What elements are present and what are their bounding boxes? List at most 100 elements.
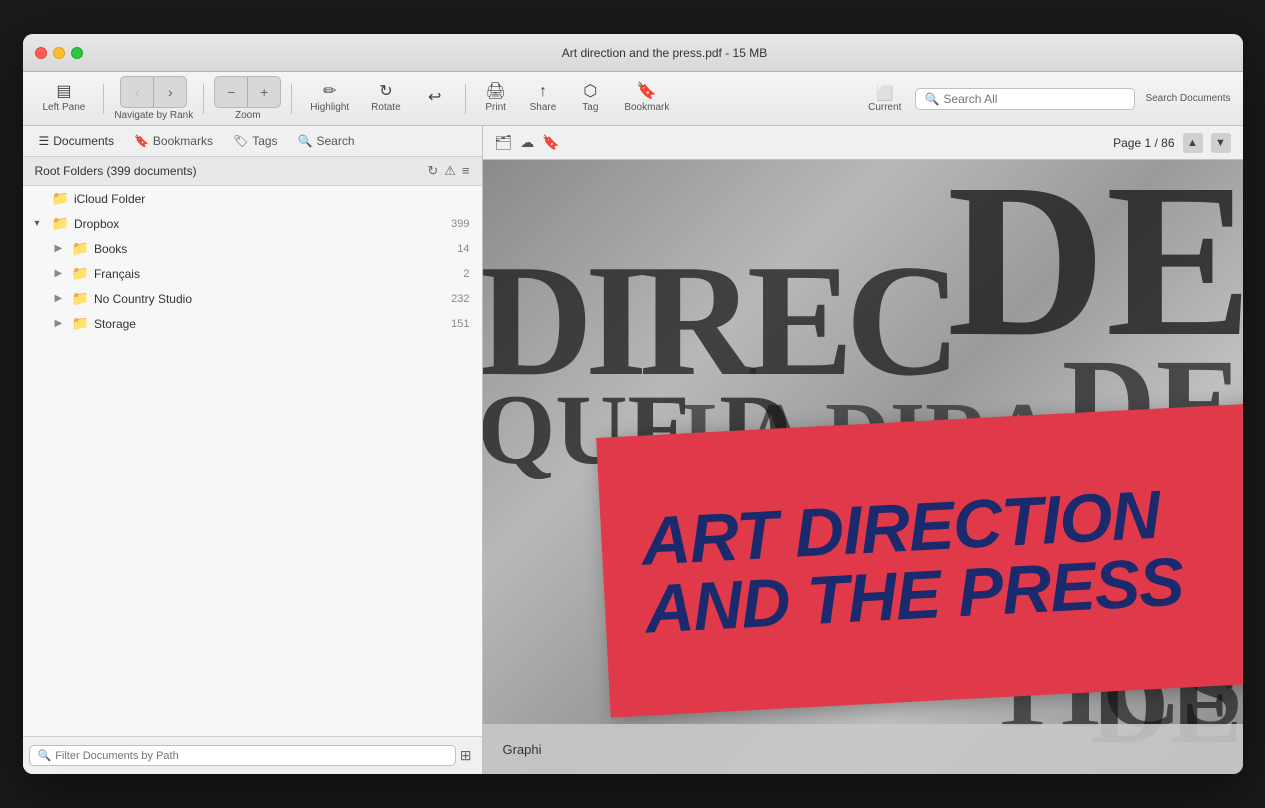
traffic-lights [35,47,83,59]
highlight-button[interactable]: ✏ Highlight [302,80,357,117]
pdf-page-info: Page 1 / 86 ▲ ▼ [1113,133,1230,153]
current-label: Current [868,102,901,113]
dropbox-arrow: ▾ [35,218,47,229]
options-icon[interactable]: ≡ [462,163,470,179]
pdf-bookmark2-icon[interactable]: 🔖 [542,134,559,151]
storage-arrow: ▶ [55,318,67,329]
undo-icon: ↩ [428,90,441,106]
zoom-group: − + [214,76,281,108]
search-tab-label: Search [317,134,355,148]
filter-input[interactable] [55,750,447,762]
dropbox-folder-item[interactable]: ▾ 📁 Dropbox 399 [23,211,482,236]
minimize-button[interactable] [53,47,65,59]
dropbox-count: 399 [451,218,469,230]
sidebar-content: 📁 iCloud Folder ▾ 📁 Dropbox 399 ▶ 📁 Book… [23,186,482,736]
current-icon: ⬜ [876,85,893,102]
toolbar: ▤ Left Pane ‹ › Navigate by Rank − + Zoo… [23,72,1243,126]
filter-options-button[interactable]: ⊞ [456,743,476,768]
highlight-icon: ✏ [323,84,336,100]
search-box: 🔍 [915,88,1135,110]
separator-1 [103,84,104,114]
alert-icon[interactable]: ⚠ [444,163,456,179]
pdf-prev-page-button[interactable]: ▲ [1183,133,1203,153]
pdf-bottom-text: Graphi [503,742,542,757]
red-banner: ART DIRECTION AND THE PRESS [596,402,1243,717]
pdf-toolbar-left: 🗂 ☁ 🔖 [495,134,560,151]
close-button[interactable] [35,47,47,59]
tab-documents[interactable]: ☰ Documents [35,132,118,150]
tag-icon: ⬡ [583,84,597,100]
storage-folder-item[interactable]: ▶ 📁 Storage 151 [23,311,482,336]
undo-button[interactable]: ↩ [415,86,455,112]
icloud-folder-icon: 📁 [52,190,69,207]
left-pane-button[interactable]: ▤ Left Pane [35,80,94,117]
nav-label: Navigate by Rank [114,110,193,121]
bookmark-button[interactable]: 🔖 Bookmark [616,80,677,117]
nocountrystudio-folder-item[interactable]: ▶ 📁 No Country Studio 232 [23,286,482,311]
search-input[interactable] [943,92,1126,106]
pdf-page: DE DIREC QUE D DE DE DE DEAZ TICS [483,160,1243,774]
separator-2 [203,84,204,114]
pdf-page-label: Page 1 / 86 [1113,136,1174,150]
tab-bookmarks[interactable]: 🔖 Bookmarks [130,132,217,150]
print-label: Print [485,102,506,113]
pdf-next-page-button[interactable]: ▼ [1211,133,1231,153]
search-icon: 🔍 [924,92,939,106]
books-folder-item[interactable]: ▶ 📁 Books 14 [23,236,482,261]
nocountrystudio-arrow: ▶ [55,293,67,304]
dropbox-folder-icon: 📁 [52,215,69,232]
storage-folder-icon: 📁 [72,315,89,332]
pdf-toolbar: 🗂 ☁ 🔖 Page 1 / 86 ▲ ▼ [483,126,1243,160]
icloud-folder-item[interactable]: 📁 iCloud Folder [23,186,482,211]
dropbox-folder-name: Dropbox [74,217,447,231]
books-count: 14 [457,243,469,255]
print-button[interactable]: 🖨 Print [476,80,516,117]
sidebar: ☰ Documents 🔖 Bookmarks 🏷 Tags 🔍 Search [23,126,483,774]
zoom-out-button[interactable]: − [215,77,247,107]
bookmark-label: Bookmark [624,102,669,113]
sidebar-tabs: ☰ Documents 🔖 Bookmarks 🏷 Tags 🔍 Search [23,126,482,157]
title-bar: Art direction and the press.pdf - 15 MB [23,34,1243,72]
nocountrystudio-folder-icon: 📁 [72,290,89,307]
tab-tags[interactable]: 🏷 Tags [229,132,282,150]
tag-button[interactable]: ⬡ Tag [570,80,610,117]
fullscreen-button[interactable] [71,47,83,59]
sidebar-bottom: 🔍 ⊞ [23,736,482,774]
pdf-file-icon[interactable]: 🗂 [495,134,513,151]
francais-arrow: ▶ [55,268,67,279]
folder-header: Root Folders (399 documents) ↻ ⚠ ≡ [23,157,482,186]
rotate-label: Rotate [371,102,400,113]
filter-search-icon: 🔍 [38,749,52,762]
pdf-bottom-bar: Graphi [483,724,1243,774]
francais-folder-icon: 📁 [72,265,89,282]
search-documents-label: Search Documents [1145,93,1230,104]
rotate-button[interactable]: ↻ Rotate [363,80,408,117]
rotate-icon: ↻ [379,84,392,100]
bookmarks-tab-label: Bookmarks [153,134,213,148]
nocountrystudio-count: 232 [451,293,469,305]
zoom-in-button[interactable]: + [248,77,280,107]
search-tab-icon: 🔍 [298,134,313,148]
share-icon: ↑ [539,84,547,100]
bookmarks-tab-icon: 🔖 [134,134,149,148]
pdf-content: DE DIREC QUE D DE DE DE DEAZ TICS [483,160,1243,774]
current-button[interactable]: ⬜ Current [860,81,909,117]
tab-search[interactable]: 🔍 Search [294,132,359,150]
pdf-cloud-icon[interactable]: ☁ [520,134,534,151]
left-pane-label: Left Pane [43,102,86,113]
share-label: Share [530,102,557,113]
francais-folder-name: Français [94,267,459,281]
nav-back-button[interactable]: ‹ [121,77,153,107]
francais-folder-item[interactable]: ▶ 📁 Français 2 [23,261,482,286]
nav-group: ‹ › [120,76,187,108]
pdf-viewer: 🗂 ☁ 🔖 Page 1 / 86 ▲ ▼ [483,126,1243,774]
content-area: ☰ Documents 🔖 Bookmarks 🏷 Tags 🔍 Search [23,126,1243,774]
bookmark-icon: 🔖 [637,84,657,100]
folder-header-actions: ↻ ⚠ ≡ [427,163,469,179]
refresh-icon[interactable]: ↻ [427,163,438,179]
nav-forward-button[interactable]: › [154,77,186,107]
share-button[interactable]: ↑ Share [522,80,565,117]
storage-count: 151 [451,318,469,330]
books-folder-name: Books [94,242,453,256]
tags-tab-label: Tags [252,134,277,148]
